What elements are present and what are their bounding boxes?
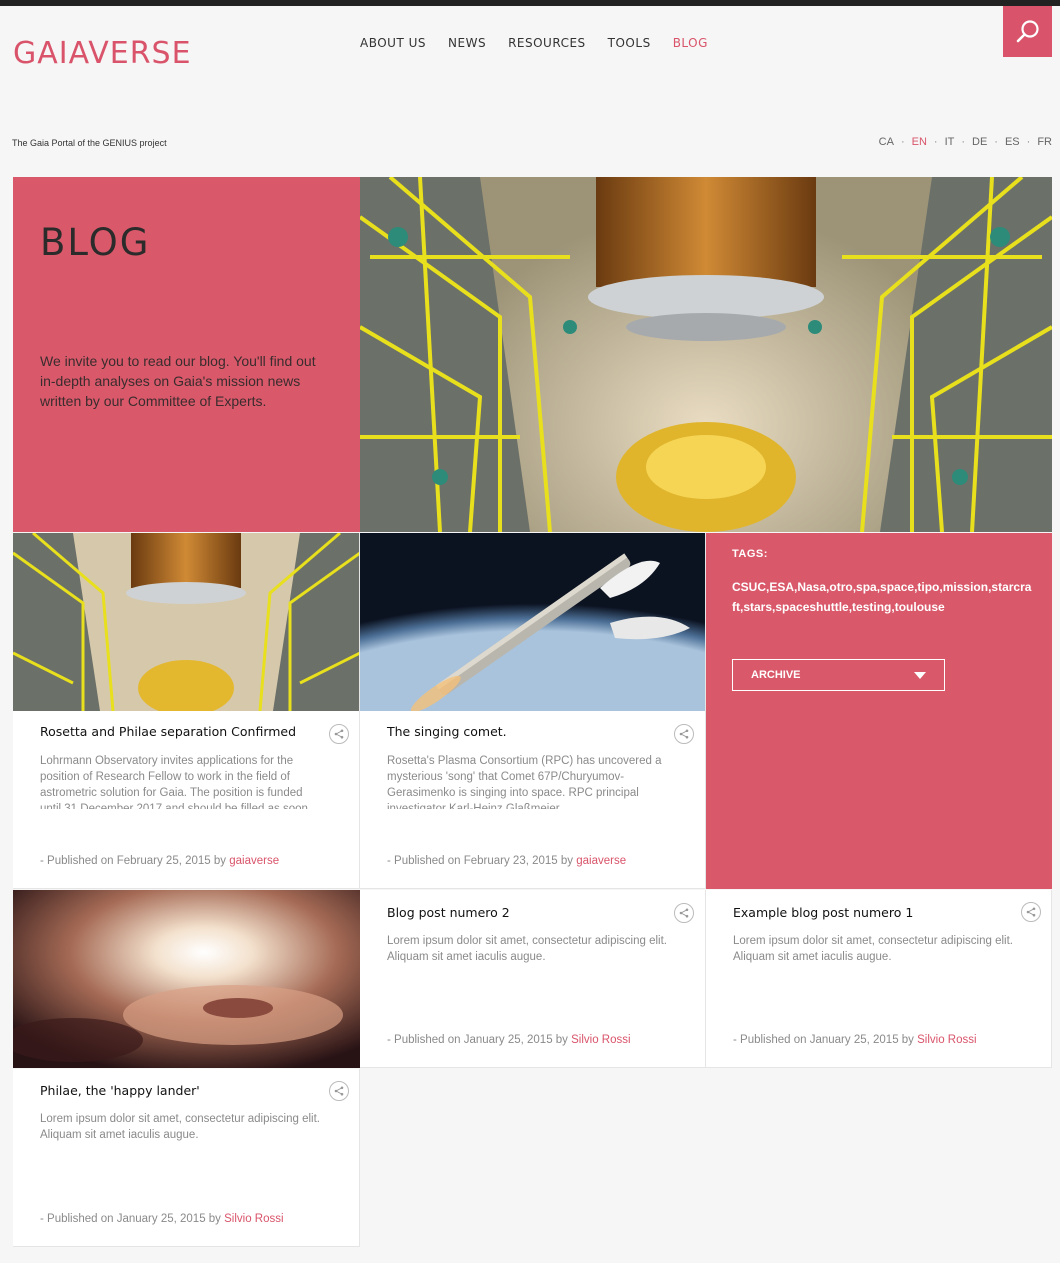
caret-down-icon [914,671,926,679]
share-button[interactable] [329,724,349,744]
post-author-link[interactable]: Silvio Rossi [571,1034,630,1046]
main-nav: ABOUT US NEWS RESOURCES TOOLS BLOG [360,36,708,50]
lang-ca[interactable]: CA [879,136,894,148]
post-thumbnail[interactable] [360,533,705,711]
nav-resources[interactable]: RESOURCES [508,36,586,50]
post-excerpt: Lorem ipsum dolor sit amet, consectetur … [387,935,667,963]
post-card[interactable]: Philae, the 'happy lander' Lorem ipsum d… [13,1069,360,1247]
post-date: - Published on February 25, 2015 by [40,855,230,867]
post-excerpt: Lorem ipsum dolor sit amet, consectetur … [40,1113,320,1141]
post-author-link[interactable]: Silvio Rossi [224,1213,283,1225]
tags-label: TAGS: [732,548,768,560]
post-title[interactable]: Philae, the 'happy lander' [40,1083,200,1098]
archive-dropdown[interactable]: ARCHIVE [732,659,945,691]
share-button[interactable] [1021,902,1041,922]
post-meta: - Published on January 25, 2015 by Silvi… [40,1213,284,1225]
post-title[interactable]: Blog post numero 2 [387,905,510,920]
post-meta: - Published on January 25, 2015 by Silvi… [733,1034,977,1046]
top-border [0,0,1060,6]
post-meta: - Published on January 25, 2015 by Silvi… [387,1034,631,1046]
lang-separator: · [933,136,938,148]
post-thumbnail[interactable] [13,533,359,711]
share-button[interactable] [674,903,694,923]
site-logo[interactable]: GAIAVERSE [13,36,192,71]
tags-list[interactable]: CSUC,ESA,Nasa,otro,spa,space,tipo,missio… [732,577,1032,617]
lang-fr[interactable]: FR [1037,136,1052,148]
lang-es[interactable]: ES [1005,136,1020,148]
lang-separator: · [961,136,966,148]
nav-about-us[interactable]: ABOUT US [360,36,426,50]
lang-separator: · [900,136,905,148]
post-thumbnail[interactable] [13,890,360,1068]
search-button[interactable] [1003,6,1052,57]
post-card[interactable]: Rosetta and Philae separation Confirmed … [13,533,360,889]
lang-separator: · [1026,136,1031,148]
blog-intro: We invite you to read our blog. You'll f… [40,353,316,409]
nav-tools[interactable]: TOOLS [608,36,651,50]
post-meta: - Published on February 23, 2015 by gaia… [387,855,626,867]
share-icon [679,729,689,739]
post-card[interactable]: The singing comet. Rosetta's Plasma Cons… [360,533,706,889]
post-author-link[interactable]: gaiaverse [576,855,626,867]
search-icon [1016,19,1039,42]
post-thumbnail-card[interactable] [13,890,360,1068]
post-author-link[interactable]: gaiaverse [229,855,279,867]
post-date: - Published on January 25, 2015 by [40,1213,225,1225]
lang-de[interactable]: DE [972,136,987,148]
post-excerpt: Rosetta's Plasma Consortium (RPC) has un… [387,755,662,809]
post-date: - Published on January 25, 2015 by [387,1034,572,1046]
post-meta: - Published on February 25, 2015 by gaia… [40,855,279,867]
post-card[interactable]: Example blog post numero 1 Lorem ipsum d… [706,890,1052,1068]
post-title[interactable]: The singing comet. [387,724,507,739]
post-title[interactable]: Example blog post numero 1 [733,905,913,920]
nav-news[interactable]: NEWS [448,36,486,50]
post-author-link[interactable]: Silvio Rossi [917,1034,976,1046]
nav-blog[interactable]: BLOG [673,36,708,50]
archive-label: ARCHIVE [751,669,801,681]
lang-separator: · [994,136,998,148]
blog-hero-panel: BLOG We invite you to read our blog. You… [13,177,360,532]
share-button[interactable] [674,724,694,744]
lang-en[interactable]: EN [912,136,927,148]
post-card[interactable]: Blog post numero 2 Lorem ipsum dolor sit… [360,890,706,1068]
hero-image [360,177,1052,532]
post-date: - Published on January 25, 2015 by [733,1034,918,1046]
share-icon [679,908,689,918]
share-button[interactable] [329,1081,349,1101]
share-icon [1026,907,1036,917]
post-title[interactable]: Rosetta and Philae separation Confirmed [40,724,296,739]
post-excerpt: Lohrmann Observatory invites application… [40,755,308,809]
language-switcher: CA · EN · IT · DE · ES · FR [879,136,1052,148]
lang-it[interactable]: IT [945,136,955,148]
share-icon [334,729,344,739]
post-date: - Published on February 23, 2015 by [387,855,577,867]
tags-panel: TAGS: CSUC,ESA,Nasa,otro,spa,space,tipo,… [706,533,1052,889]
share-icon [334,1086,344,1096]
post-excerpt: Lorem ipsum dolor sit amet, consectetur … [733,935,1013,963]
page-title: BLOG [40,221,151,264]
site-tagline: The Gaia Portal of the GENIUS project [12,138,167,148]
